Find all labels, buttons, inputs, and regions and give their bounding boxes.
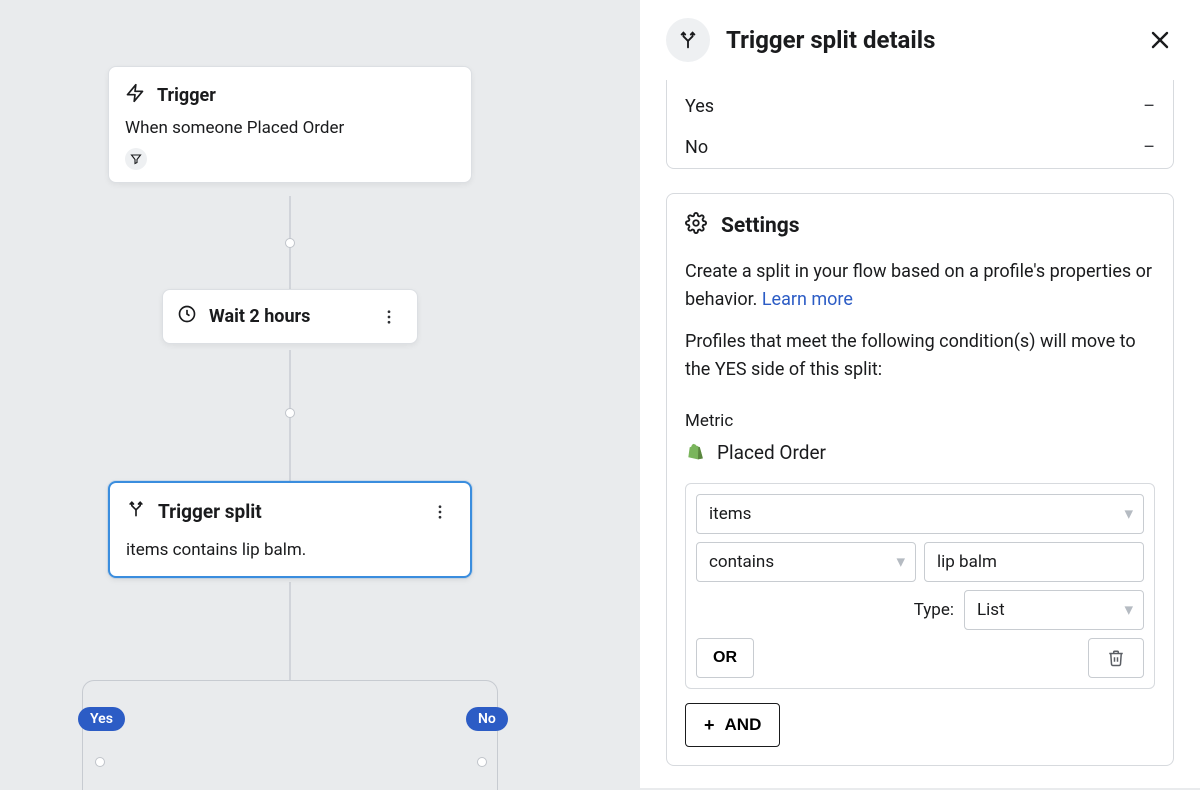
field-select[interactable]: items ▾ — [696, 494, 1144, 534]
delete-condition-button[interactable] — [1088, 638, 1144, 678]
type-select[interactable]: List ▾ — [964, 590, 1144, 630]
stats-no-value: – — [1143, 137, 1155, 158]
branch-no-pill[interactable]: No — [466, 707, 508, 731]
clock-icon — [177, 304, 197, 329]
operator-select[interactable]: contains ▾ — [696, 542, 916, 582]
filter-icon[interactable] — [125, 148, 147, 170]
chevron-down-icon: ▾ — [1124, 597, 1133, 623]
stats-section: Yes – No – — [666, 80, 1174, 169]
learn-more-link[interactable]: Learn more — [762, 289, 853, 310]
stats-row-no: No – — [667, 127, 1173, 168]
split-description: items contains lip balm. — [126, 540, 454, 560]
type-label: Type: — [914, 597, 954, 623]
wait-node-menu[interactable] — [375, 308, 403, 326]
value-input[interactable]: lip balm — [924, 542, 1144, 582]
shopify-icon — [685, 442, 707, 464]
stats-no-label: No — [685, 137, 708, 158]
lightning-icon — [125, 83, 145, 108]
trigger-split-node[interactable]: Trigger split items contains lip balm. — [108, 481, 472, 578]
metric-value: Placed Order — [717, 438, 826, 467]
panel-title: Trigger split details — [726, 26, 1130, 54]
split-icon — [666, 18, 710, 62]
stats-yes-value: – — [1143, 96, 1155, 117]
settings-heading: Settings — [721, 214, 800, 238]
wait-title: Wait 2 hours — [209, 306, 310, 327]
condition-group: items ▾ contains ▾ lip balm Type: — [685, 483, 1155, 689]
connector-dot — [285, 238, 295, 248]
settings-section: Settings Create a split in your flow bas… — [666, 193, 1174, 766]
metric-value-row: Placed Order — [685, 438, 1155, 467]
split-title: Trigger split — [158, 500, 262, 523]
close-button[interactable] — [1146, 26, 1174, 54]
connector-dot — [285, 408, 295, 418]
chevron-down-icon: ▾ — [1124, 501, 1133, 527]
plus-icon: + — [704, 715, 715, 736]
and-button[interactable]: + AND — [685, 703, 780, 747]
branch-container — [82, 680, 498, 790]
flow-canvas[interactable]: Trigger When someone Placed Order Wait 2… — [0, 0, 640, 788]
or-button[interactable]: OR — [696, 638, 754, 678]
chevron-down-icon: ▾ — [896, 549, 905, 575]
trigger-title: Trigger — [157, 85, 216, 106]
wait-node[interactable]: Wait 2 hours — [162, 289, 418, 344]
condition-intro: Profiles that meet the following conditi… — [685, 328, 1155, 384]
settings-description: Create a split in your flow based on a p… — [685, 258, 1155, 314]
metric-label: Metric — [685, 408, 1155, 434]
details-panel: Trigger split details Yes – No – Settin — [640, 0, 1200, 788]
split-icon — [126, 499, 146, 524]
branch-yes-pill[interactable]: Yes — [78, 707, 125, 731]
stats-row-yes: Yes – — [667, 86, 1173, 127]
panel-header: Trigger split details — [640, 0, 1200, 80]
split-node-menu[interactable] — [426, 503, 454, 521]
trigger-node[interactable]: Trigger When someone Placed Order — [108, 66, 472, 183]
stats-yes-label: Yes — [685, 96, 714, 117]
trigger-description: When someone Placed Order — [125, 118, 455, 138]
gear-icon — [685, 212, 707, 240]
